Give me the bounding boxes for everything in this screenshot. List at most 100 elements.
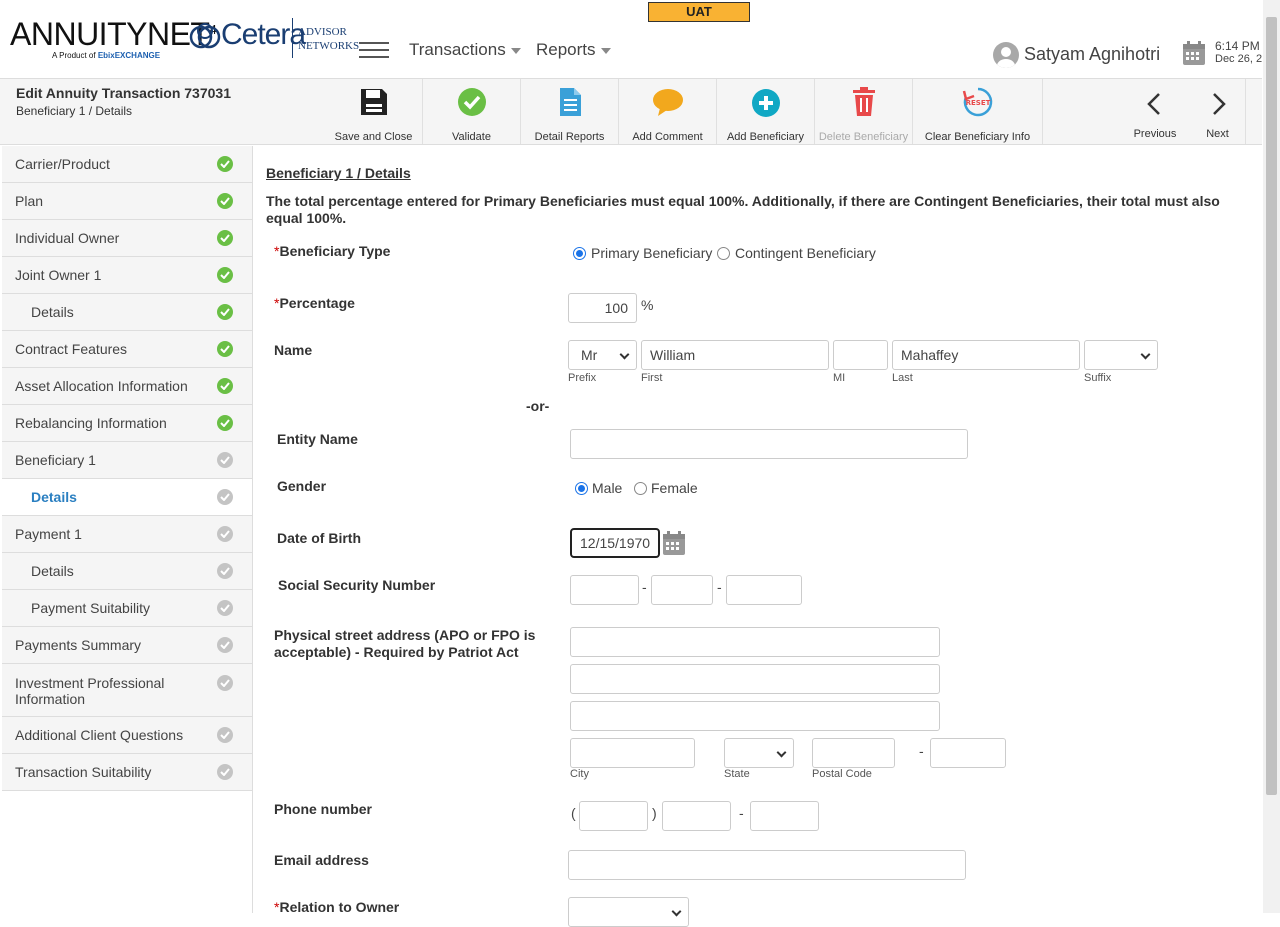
postal-separator: - <box>919 743 924 759</box>
or-separator: -or- <box>526 398 550 414</box>
validate-label: Validate <box>452 131 491 143</box>
sidebar-item[interactable]: Rebalancing Information <box>2 405 252 442</box>
relation-select[interactable] <box>568 897 689 927</box>
city-input[interactable] <box>570 738 695 768</box>
gender-female-label[interactable]: Female <box>651 480 698 496</box>
annuitynet-logo[interactable]: ANNUITYNET4 <box>10 16 217 53</box>
sidebar-item[interactable]: Carrier/Product <box>2 146 252 183</box>
chevron-down-icon <box>776 747 787 758</box>
complete-check-icon <box>217 304 233 320</box>
ssn-part3-input[interactable] <box>726 575 802 605</box>
last-name-input[interactable]: Mahaffey <box>892 340 1080 370</box>
clear-beneficiary-info-label: Clear Beneficiary Info <box>924 131 1031 143</box>
save-and-close-button[interactable]: Save and Close <box>325 79 423 144</box>
clear-beneficiary-info-button[interactable]: RESET Clear Beneficiary Info <box>913 79 1043 144</box>
transaction-title: Edit Annuity Transaction 737031 <box>16 85 231 101</box>
primary-beneficiary-radio[interactable] <box>573 247 586 260</box>
name-prefix-value: Mr <box>581 347 598 363</box>
sidebar-item[interactable]: Payment Suitability <box>2 590 252 627</box>
phone-prefix-input[interactable] <box>662 801 731 831</box>
percentage-input[interactable]: 100 <box>568 293 637 323</box>
user-name[interactable]: Satyam Agnihotri <box>1024 44 1160 65</box>
dob-input[interactable]: 12/15/1970 <box>570 528 660 558</box>
current-date: Dec 26, 2 <box>1215 53 1262 65</box>
logo-tagline: A Product of EbixEXCHANGE <box>52 51 160 60</box>
phone-separator: - <box>739 805 744 821</box>
add-comment-button[interactable]: Add Comment <box>619 79 717 144</box>
sidebar-item[interactable]: Investment Professional Information <box>2 664 252 717</box>
contingent-beneficiary-radio[interactable] <box>717 247 730 260</box>
ssn-part2-input[interactable] <box>651 575 713 605</box>
environment-badge: UAT <box>648 2 750 22</box>
sidebar-item[interactable]: Joint Owner 1 <box>2 257 252 294</box>
sidebar-item-label: Details <box>31 563 74 579</box>
sidebar-item[interactable]: Details <box>2 553 252 590</box>
sidebar-item[interactable]: Individual Owner <box>2 220 252 257</box>
next-button[interactable]: Next <box>1190 79 1246 144</box>
hamburger-menu-icon[interactable] <box>359 42 389 58</box>
first-name-input[interactable]: William <box>641 340 829 370</box>
sidebar-item[interactable]: Details <box>2 294 252 331</box>
delete-beneficiary-button[interactable]: Delete Beneficiary <box>815 79 913 144</box>
sidebar-item[interactable]: Transaction Suitability <box>2 754 252 791</box>
email-input[interactable] <box>568 850 966 880</box>
sidebar-item[interactable]: Details <box>2 479 252 516</box>
entity-name-input[interactable] <box>570 429 968 459</box>
state-select[interactable] <box>724 738 794 768</box>
delete-beneficiary-label: Delete Beneficiary <box>818 131 909 143</box>
sidebar-item[interactable]: Plan <box>2 183 252 220</box>
svg-text:RESET: RESET <box>965 99 990 107</box>
postal-code-input[interactable] <box>812 738 895 768</box>
cetera-advisor-text: ADVISOR <box>298 26 347 38</box>
address-line2-input[interactable] <box>570 664 940 694</box>
chevron-down-icon <box>510 47 521 54</box>
gender-male-radio[interactable] <box>575 482 588 495</box>
date-picker-icon[interactable] <box>662 530 686 556</box>
sidebar-item[interactable]: Beneficiary 1 <box>2 442 252 479</box>
name-suffix-select[interactable] <box>1084 340 1158 370</box>
ssn-label: Social Security Number <box>278 577 436 593</box>
previous-button[interactable]: Previous <box>1125 79 1185 144</box>
sidebar-item[interactable]: Additional Client Questions <box>2 717 252 754</box>
nav-transactions[interactable]: Transactions <box>409 40 521 60</box>
sidebar-item[interactable]: Contract Features <box>2 331 252 368</box>
gender-male-label[interactable]: Male <box>592 480 622 496</box>
detail-reports-button[interactable]: Detail Reports <box>521 79 619 144</box>
name-label: Name <box>274 342 313 358</box>
phone-line-input[interactable] <box>750 801 819 831</box>
sidebar-item-label: Additional Client Questions <box>15 727 184 743</box>
phone-area-code-input[interactable] <box>579 801 648 831</box>
user-avatar-icon[interactable] <box>993 42 1019 68</box>
scrollbar-thumb[interactable] <box>1266 17 1277 795</box>
sidebar-item-label: Investment Professional Information <box>15 675 165 707</box>
sidebar-item[interactable]: Payments Summary <box>2 627 252 664</box>
incomplete-check-icon <box>217 452 233 468</box>
validate-button[interactable]: Validate <box>423 79 521 144</box>
address-label: Physical street address (APO or FPO is a… <box>274 627 536 660</box>
transaction-toolbar: Edit Annuity Transaction 737031 Benefici… <box>0 78 1262 145</box>
complete-check-icon <box>217 341 233 357</box>
nav-reports-label: Reports <box>536 40 596 59</box>
ssn-part1-input[interactable] <box>570 575 639 605</box>
detail-reports-label: Detail Reports <box>534 131 605 143</box>
logo-divider <box>292 18 293 58</box>
address-line3-input[interactable] <box>570 701 940 731</box>
gender-female-radio[interactable] <box>634 482 647 495</box>
calendar-icon[interactable] <box>1182 40 1206 66</box>
name-prefix-select[interactable]: Mr <box>568 340 637 370</box>
logo-ebix: Ebix <box>97 51 115 60</box>
postal-code-sublabel: Postal Code <box>812 768 872 780</box>
address-line1-input[interactable] <box>570 627 940 657</box>
postal-extension-input[interactable] <box>930 738 1006 768</box>
sidebar-item[interactable]: Asset Allocation Information <box>2 368 252 405</box>
add-beneficiary-button[interactable]: Add Beneficiary <box>717 79 815 144</box>
phone-label: Phone number <box>274 801 373 817</box>
incomplete-check-icon <box>217 764 233 780</box>
primary-beneficiary-label[interactable]: Primary Beneficiary <box>591 245 712 261</box>
contingent-beneficiary-label[interactable]: Contingent Beneficiary <box>735 245 876 261</box>
middle-initial-input[interactable] <box>833 340 888 370</box>
logo-annuity-text: ANNUITY <box>10 16 147 52</box>
sidebar-item[interactable]: Payment 1 <box>2 516 252 553</box>
nav-reports[interactable]: Reports <box>536 40 611 60</box>
section-sidebar: Carrier/Product Plan Individual Owner Joint… <box>2 146 253 913</box>
